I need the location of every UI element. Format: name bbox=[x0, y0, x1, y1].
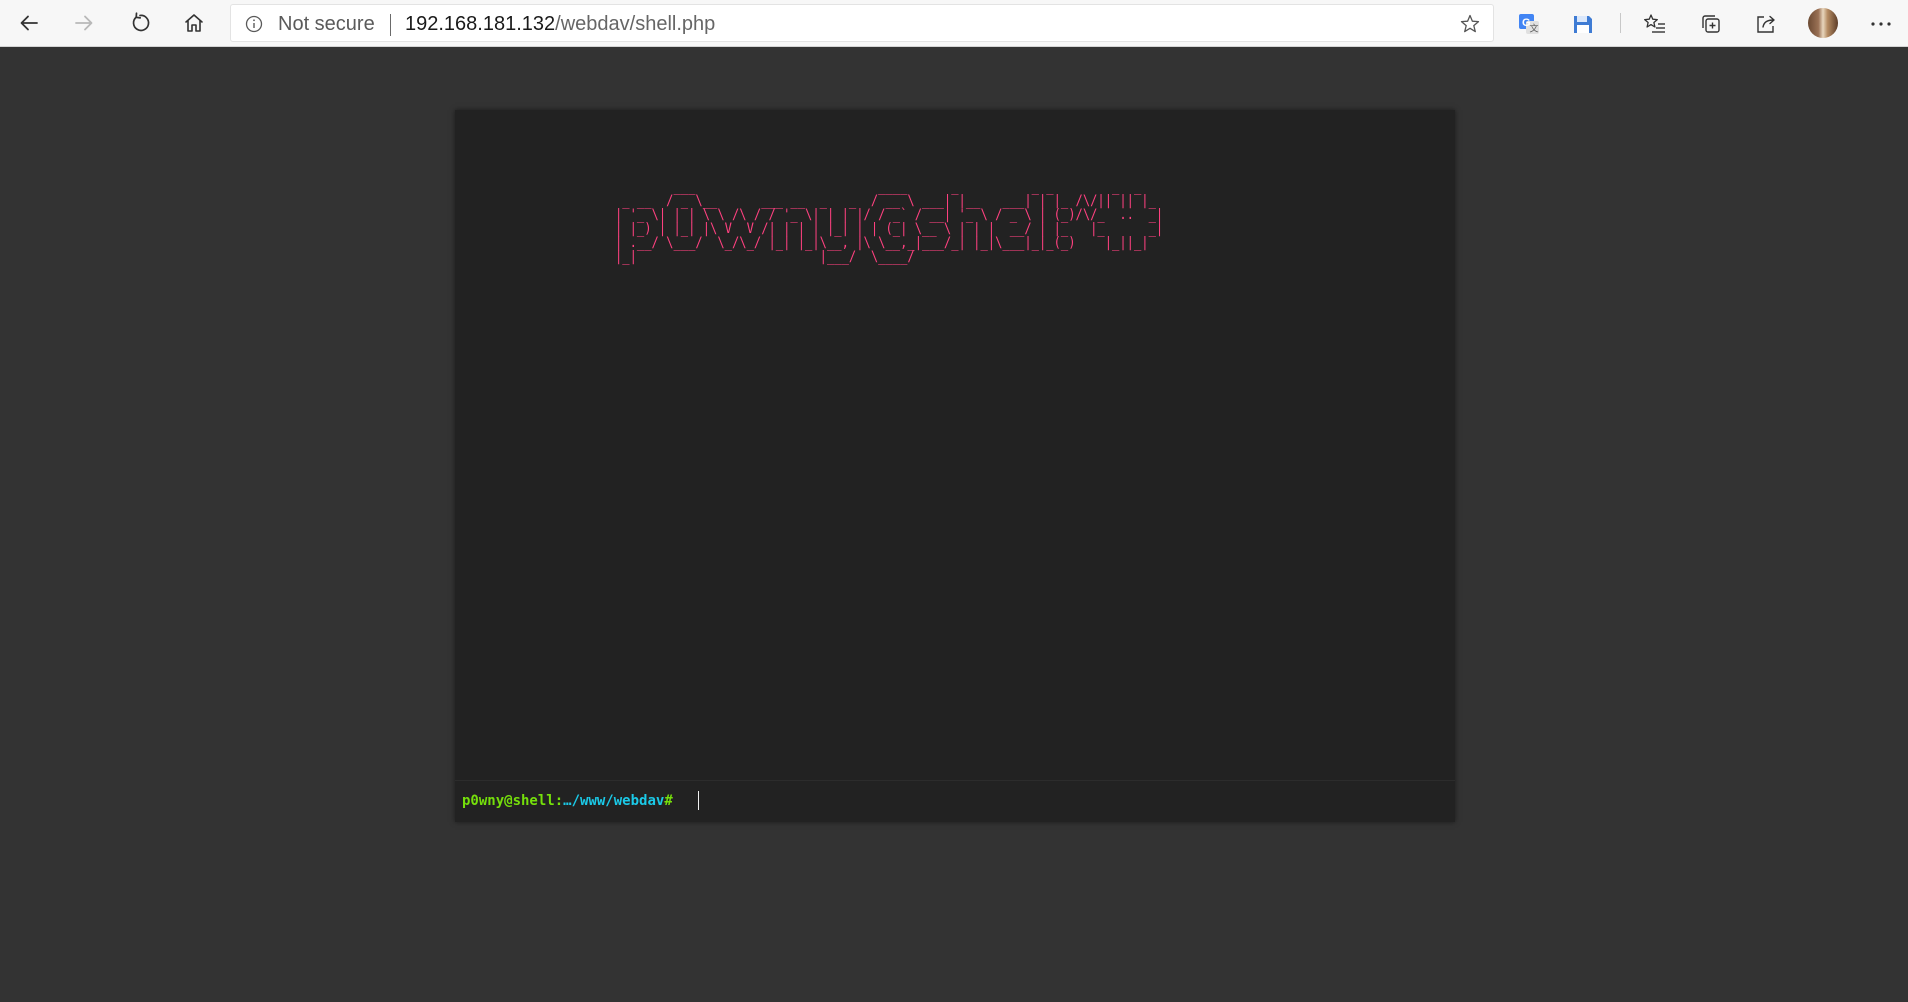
profile-avatar[interactable] bbox=[1808, 8, 1838, 38]
address-bar[interactable]: Not secure 192.168.181.132/webdav/shell.… bbox=[230, 4, 1494, 42]
prompt-separator: : bbox=[554, 793, 564, 809]
collections-icon bbox=[1702, 15, 1720, 33]
collections-button[interactable] bbox=[1696, 9, 1726, 39]
prompt-symbol: # bbox=[664, 793, 673, 809]
refresh-icon bbox=[132, 12, 150, 32]
more-menu-button[interactable] bbox=[1866, 9, 1896, 39]
shell-output: ___ ____ _ _ _ _ _ _ __ / _ \__ ___ __ _… bbox=[455, 110, 1455, 780]
star-icon[interactable] bbox=[1459, 13, 1481, 35]
shell-command-line[interactable]: p0wny@shell:…/www/webdav# bbox=[455, 780, 1455, 822]
home-button[interactable] bbox=[176, 5, 212, 41]
back-button[interactable] bbox=[11, 5, 47, 41]
shell-window: ___ ____ _ _ _ _ _ _ __ / _ \__ ___ __ _… bbox=[455, 110, 1455, 822]
more-dots-icon bbox=[1871, 22, 1891, 26]
floppy-disk-icon bbox=[1574, 16, 1592, 33]
home-icon bbox=[185, 14, 203, 32]
favorites-button[interactable] bbox=[1640, 9, 1670, 39]
arrow-right-icon bbox=[75, 15, 93, 31]
toolbar-divider bbox=[1620, 13, 1621, 33]
shell-prompt: p0wny@shell:…/www/webdav# bbox=[462, 793, 673, 809]
share-button[interactable] bbox=[1751, 9, 1781, 39]
prompt-user: p0wny@shell bbox=[462, 793, 555, 809]
translate-button[interactable]: G 文 bbox=[1514, 9, 1544, 39]
save-button[interactable] bbox=[1568, 9, 1598, 39]
prompt-path: …/www/webdav bbox=[563, 793, 665, 809]
p0wny-shell-ascii-logo: ___ ____ _ _ _ _ _ _ __ / _ \__ ___ __ _… bbox=[615, 179, 1164, 265]
refresh-button[interactable] bbox=[122, 5, 158, 41]
arrow-left-icon bbox=[20, 15, 38, 31]
text-cursor bbox=[698, 791, 699, 810]
favorites-list-icon bbox=[1644, 14, 1665, 33]
browser-toolbar: Not secure 192.168.181.132/webdav/shell.… bbox=[0, 0, 1908, 47]
forward-button[interactable] bbox=[66, 5, 102, 41]
svg-text:文: 文 bbox=[1530, 23, 1539, 34]
security-label[interactable]: Not secure bbox=[278, 14, 375, 34]
url-text[interactable]: 192.168.181.132/webdav/shell.php bbox=[405, 14, 715, 34]
share-icon bbox=[1757, 15, 1775, 33]
info-icon[interactable] bbox=[245, 15, 263, 33]
command-input[interactable] bbox=[698, 789, 1438, 811]
url-path: /webdav/shell.php bbox=[555, 13, 716, 35]
address-divider bbox=[390, 14, 391, 36]
url-host: 192.168.181.132 bbox=[405, 13, 556, 35]
translate-icon: G 文 bbox=[1519, 14, 1539, 34]
